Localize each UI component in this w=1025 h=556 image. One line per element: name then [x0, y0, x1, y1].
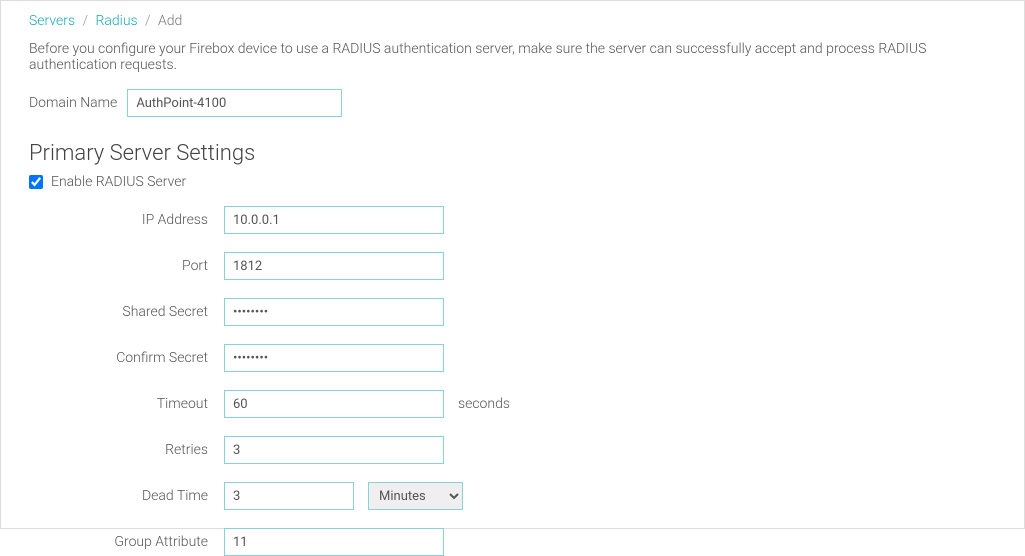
- domain-name-label: Domain Name: [29, 95, 117, 111]
- breadcrumb-current: Add: [158, 13, 182, 29]
- retries-label: Retries: [29, 442, 224, 458]
- dead-time-label: Dead Time: [29, 488, 224, 504]
- dead-time-unit-select[interactable]: Minutes: [368, 482, 463, 510]
- dead-time-row: Dead Time Minutes: [29, 482, 996, 510]
- shared-secret-input[interactable]: [224, 298, 444, 326]
- domain-name-input[interactable]: [127, 89, 342, 117]
- port-label: Port: [29, 258, 224, 274]
- domain-name-row: Domain Name: [29, 89, 996, 117]
- ip-address-label: IP Address: [29, 212, 224, 228]
- breadcrumb-sep: /: [145, 13, 151, 29]
- enable-radius-checkbox[interactable]: [29, 175, 43, 189]
- ip-address-input[interactable]: [224, 206, 444, 234]
- retries-input[interactable]: [224, 436, 444, 464]
- section-title: Primary Server Settings: [29, 141, 996, 166]
- breadcrumb-radius[interactable]: Radius: [96, 13, 138, 29]
- enable-radius-row: Enable RADIUS Server: [29, 174, 996, 190]
- enable-radius-label: Enable RADIUS Server: [51, 174, 186, 190]
- retries-row: Retries: [29, 436, 996, 464]
- intro-text: Before you configure your Firebox device…: [29, 41, 996, 73]
- confirm-secret-label: Confirm Secret: [29, 350, 224, 366]
- timeout-label: Timeout: [29, 396, 224, 412]
- breadcrumb-sep: /: [83, 13, 89, 29]
- group-attribute-row: Group Attribute: [29, 528, 996, 556]
- port-input[interactable]: [224, 252, 444, 280]
- dead-time-input[interactable]: [224, 482, 354, 510]
- port-row: Port: [29, 252, 996, 280]
- ip-address-row: IP Address: [29, 206, 996, 234]
- confirm-secret-row: Confirm Secret: [29, 344, 996, 372]
- shared-secret-label: Shared Secret: [29, 304, 224, 320]
- timeout-row: Timeout seconds: [29, 390, 996, 418]
- timeout-input[interactable]: [224, 390, 444, 418]
- breadcrumb: Servers / Radius / Add: [29, 13, 996, 29]
- confirm-secret-input[interactable]: [224, 344, 444, 372]
- breadcrumb-servers[interactable]: Servers: [29, 13, 75, 29]
- group-attribute-input[interactable]: [224, 528, 444, 556]
- timeout-unit: seconds: [458, 396, 510, 412]
- shared-secret-row: Shared Secret: [29, 298, 996, 326]
- group-attribute-label: Group Attribute: [29, 534, 224, 550]
